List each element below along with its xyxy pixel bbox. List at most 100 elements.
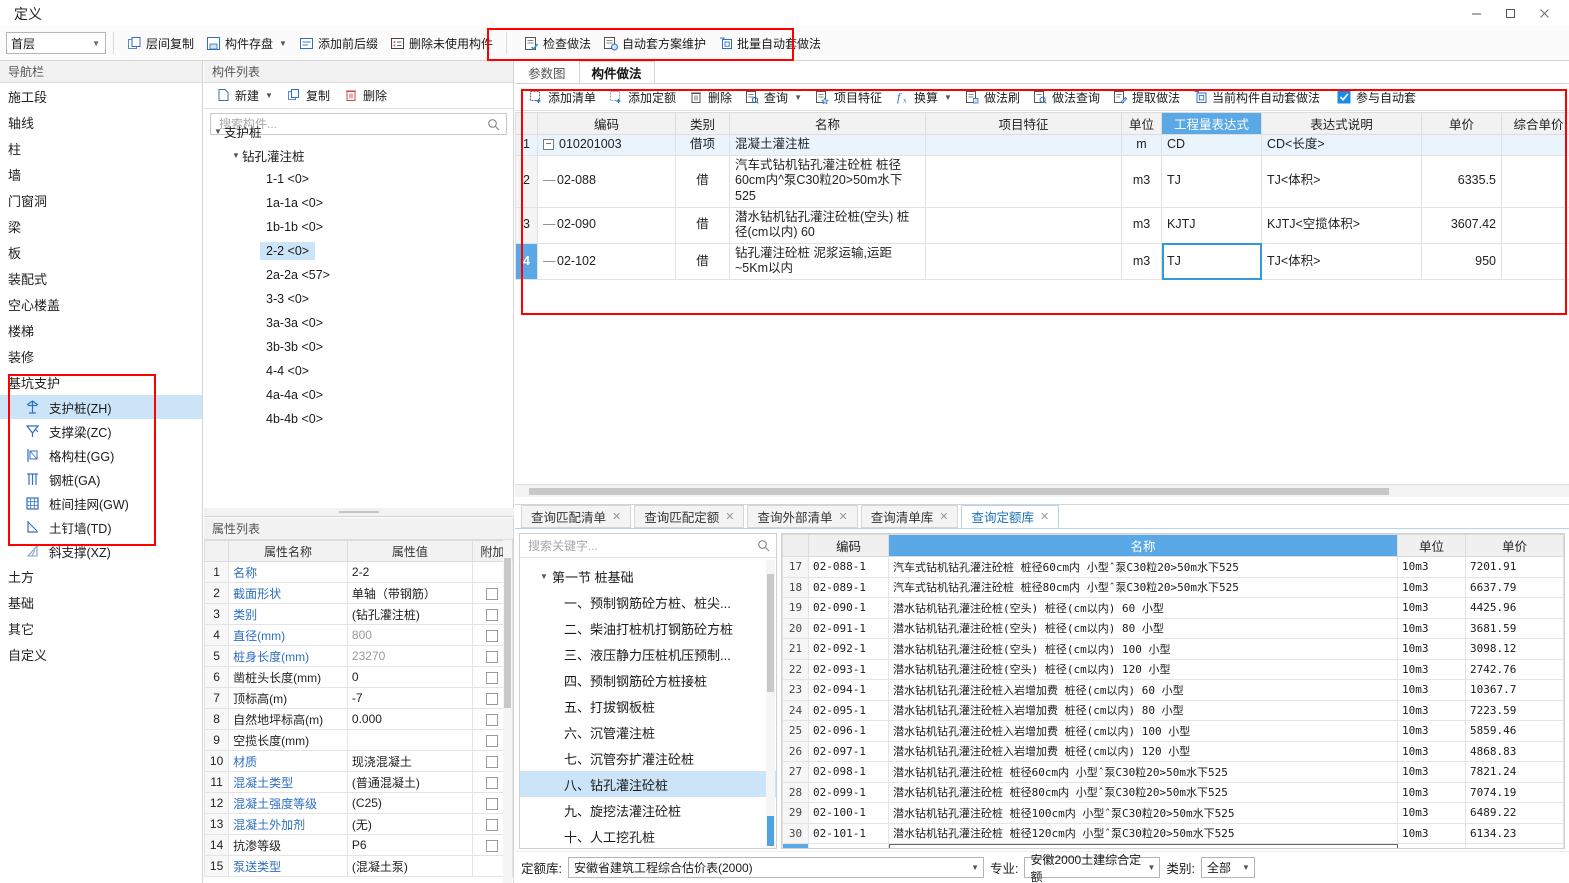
cell-code[interactable]: 02-091-1 bbox=[808, 617, 889, 639]
list-item[interactable]: 1a-1a <0> bbox=[204, 191, 513, 215]
collapse-icon[interactable]: − bbox=[543, 139, 554, 151]
table-row[interactable]: 23 02-094-1 潜水钻机钻孔灌注砼桩入岩增加费 桩径(cm以内) 60 小型… bbox=[782, 679, 1564, 701]
add-affix-button[interactable]: 添加前后缀 bbox=[293, 31, 384, 55]
col-expr-desc[interactable]: 表达式说明 bbox=[1261, 112, 1422, 135]
table-row[interactable]: 9 空揽长度(mm) bbox=[203, 729, 514, 751]
cell-unit[interactable]: 10m3 bbox=[1397, 740, 1466, 762]
sidebar-item-beam[interactable]: 梁 bbox=[0, 213, 202, 239]
cell-name[interactable]: 钻孔灌注砼桩 泥浆运输,运距~5Km以内 bbox=[729, 242, 926, 281]
prop-value[interactable] bbox=[346, 729, 473, 751]
copy-component-button[interactable]: 复制 bbox=[281, 84, 336, 108]
scrollbar-thumb[interactable] bbox=[529, 488, 1389, 495]
table-row[interactable]: 22 02-093-1 潜水钻机钻孔灌注砼桩(空头) 桩径(cm以内) 120 小型… bbox=[782, 658, 1564, 680]
table-row[interactable]: 5 桩身长度(mm) 23270 bbox=[203, 645, 514, 667]
append-checkbox[interactable] bbox=[486, 608, 499, 621]
tree-item[interactable]: 七、沉管夯扩灌注砼桩 bbox=[520, 745, 776, 771]
cell-code[interactable]: −010201003 bbox=[537, 134, 676, 156]
list-item[interactable]: 4-4 <0> bbox=[204, 359, 513, 383]
prop-value[interactable]: P6 bbox=[346, 834, 473, 856]
col-quantity-expr[interactable]: 工程量表达式 bbox=[1161, 112, 1262, 135]
append-checkbox[interactable] bbox=[486, 776, 499, 789]
table-row[interactable]: 18 02-089-1 汽车式钻机钻孔灌注砼桩 桩径80cm内 小型ˆ泵C30粒20… bbox=[782, 576, 1564, 598]
sidebar-item-stair[interactable]: 楼梯 bbox=[0, 317, 202, 343]
add-quota-button[interactable]: 添加定额 bbox=[603, 85, 682, 109]
cell-kind[interactable]: 借项 bbox=[675, 134, 730, 156]
cell-price[interactable]: 3098.12 bbox=[1465, 638, 1564, 660]
prop-name[interactable]: 泵送类型 bbox=[228, 855, 348, 877]
list-item-selected[interactable]: 2-2 <0> bbox=[204, 239, 513, 263]
list-item[interactable]: 2a-2a <57> bbox=[204, 263, 513, 287]
cell-code[interactable]: 02-095-1 bbox=[808, 699, 889, 721]
cell-feature[interactable] bbox=[925, 154, 1122, 208]
prop-value[interactable]: 0.000 bbox=[346, 708, 473, 730]
cell-name-selected[interactable]: 钻孔灌注砼桩 泥浆运输 小型,运距ˆ5Km以内 bbox=[888, 843, 1398, 848]
sidebar-item-column[interactable]: 柱 bbox=[0, 135, 202, 161]
cell-feature[interactable] bbox=[925, 134, 1122, 156]
append-checkbox[interactable] bbox=[486, 671, 499, 684]
table-row[interactable]: 8 自然地坪标高(m) 0.000 bbox=[203, 708, 514, 730]
list-item[interactable]: 4a-4a <0> bbox=[204, 383, 513, 407]
cell-quantity-expr[interactable]: KJTJ bbox=[1161, 206, 1262, 244]
cell-unit[interactable]: m bbox=[1121, 134, 1162, 156]
table-row[interactable]: 27 02-098-1 潜水钻机钻孔灌注砼桩 桩径60cm内 小型ˆ泵C30粒20>… bbox=[782, 761, 1564, 783]
table-row[interactable]: 1 −010201003 借项 混凝土灌注桩 m CD CD<长度> bbox=[515, 134, 1569, 156]
table-row[interactable]: 7 顶标高(m) -7 bbox=[203, 687, 514, 709]
checkbox-checked-icon[interactable] bbox=[1337, 90, 1352, 105]
cell-price[interactable]: 6335.5 bbox=[1421, 154, 1502, 208]
cell-code[interactable]: 02-088-1 bbox=[808, 556, 889, 578]
project-feature-button[interactable]: 项目特征 bbox=[809, 85, 888, 109]
convert-button[interactable]: fx 换算 ▼ bbox=[889, 85, 958, 109]
cell-code[interactable]: 02-099-1 bbox=[808, 781, 889, 803]
list-item[interactable]: 1-1 <0> bbox=[204, 167, 513, 191]
append-checkbox[interactable] bbox=[486, 587, 499, 600]
sidebar-item-steel-pile[interactable]: 钢桩(GA) bbox=[0, 467, 202, 491]
tree-item[interactable]: 十、人工挖孔桩 bbox=[520, 823, 776, 848]
cell-code[interactable]: 02-089-1 bbox=[808, 576, 889, 598]
sidebar-item-foundation[interactable]: 基础 bbox=[0, 589, 202, 615]
cell-name[interactable]: 汽车式钻机钻孔灌注砼桩 桩径60cm内 小型ˆ泵C30粒20>50m水下525 bbox=[888, 556, 1398, 578]
table-row[interactable]: 28 02-099-1 潜水钻机钻孔灌注砼桩 桩径80cm内 小型ˆ泵C30粒20>… bbox=[782, 781, 1564, 803]
floor-selector[interactable]: 首层 ▼ bbox=[6, 32, 106, 54]
cell-name[interactable]: 汽车式钻机钻孔灌注砼桩 桩径60cm内^泵C30粒20>50m水下525 bbox=[729, 154, 926, 208]
major-select[interactable]: 安徽2000土建综合定额 ▼ bbox=[1024, 853, 1161, 883]
col-unit[interactable]: 单位 bbox=[1397, 534, 1466, 557]
close-icon[interactable]: ✕ bbox=[939, 510, 948, 523]
table-row[interactable]: 26 02-097-1 潜水钻机钻孔灌注砼桩入岩增加费 桩径(cm以内) 120 小… bbox=[782, 740, 1564, 762]
cell-kind[interactable]: 借 bbox=[675, 206, 730, 244]
table-row[interactable]: 19 02-090-1 潜水钻机钻孔灌注砼桩(空头) 桩径(cm以内) 60 小型 1… bbox=[782, 597, 1564, 619]
add-list-button[interactable]: 添加清单 bbox=[523, 85, 602, 109]
table-row[interactable]: 29 02-100-1 潜水钻机钻孔灌注砼桩 桩径100cm内 小型ˆ泵C30粒20… bbox=[782, 802, 1564, 824]
cell-name[interactable]: 潜水钻机钻孔灌注砼桩 桩径60cm内 小型ˆ泵C30粒20>50m水下525 bbox=[888, 761, 1398, 783]
new-component-button[interactable]: 新建 ▼ bbox=[210, 84, 279, 108]
tree-item-selected[interactable]: 八、钻孔灌注砼桩 bbox=[520, 771, 776, 797]
col-price[interactable]: 单价 bbox=[1421, 112, 1502, 135]
method-query-button[interactable]: 做法查询 bbox=[1027, 85, 1106, 109]
chevron-down-icon[interactable]: ▼ bbox=[944, 93, 952, 102]
cell-unit[interactable]: m3 bbox=[1121, 154, 1162, 208]
tree-node-root[interactable]: ▼ 支护桩 bbox=[204, 119, 513, 143]
tab-component-method[interactable]: 构件做法 bbox=[578, 61, 655, 83]
prop-value[interactable]: 0 bbox=[346, 666, 473, 688]
sidebar-item-earthwork[interactable]: 土方 bbox=[0, 563, 202, 589]
col-code[interactable]: 编码 bbox=[808, 534, 889, 557]
chevron-down-icon[interactable]: ▼ bbox=[794, 93, 802, 102]
tree-item[interactable]: 五、打拔钢板桩 bbox=[520, 693, 776, 719]
table-row-selected[interactable]: 3102-102-1钻孔灌注砼桩 泥浆运输 小型,运距ˆ5Km以内10m3118… bbox=[782, 843, 1564, 848]
append-checkbox[interactable] bbox=[486, 650, 499, 663]
prop-name[interactable]: 抗渗等级 bbox=[228, 834, 348, 856]
cell-price[interactable]: 4425.96 bbox=[1465, 597, 1564, 619]
copy-between-floors-button[interactable]: 层间复制 bbox=[121, 31, 200, 55]
tree-item[interactable]: 九、旋挖法灌注砼桩 bbox=[520, 797, 776, 823]
table-row[interactable]: 17 02-088-1 汽车式钻机钻孔灌注砼桩 桩径60cm内 小型ˆ泵C30粒20… bbox=[782, 556, 1564, 578]
sidebar-item-prefab[interactable]: 装配式 bbox=[0, 265, 202, 291]
table-row[interactable]: 24 02-095-1 潜水钻机钻孔灌注砼桩入岩增加费 桩径(cm以内) 80 小型… bbox=[782, 699, 1564, 721]
cell-price[interactable]: 1187.49 bbox=[1465, 843, 1564, 848]
table-row[interactable]: 25 02-096-1 潜水钻机钻孔灌注砼桩入岩增加费 桩径(cm以内) 100 小… bbox=[782, 720, 1564, 742]
delete-row-button[interactable]: 删除 bbox=[683, 85, 738, 109]
cell-unit[interactable]: 10m3 bbox=[1397, 781, 1466, 803]
prop-name[interactable]: 自然地坪标高(m) bbox=[228, 708, 348, 730]
sidebar-item-lattice-column[interactable]: 格构柱(GG) bbox=[0, 443, 202, 467]
cell-unit[interactable]: 10m3 bbox=[1397, 761, 1466, 783]
col-combined-price[interactable]: 综合单价 bbox=[1501, 112, 1569, 135]
list-item[interactable]: 3b-3b <0> bbox=[204, 335, 513, 359]
